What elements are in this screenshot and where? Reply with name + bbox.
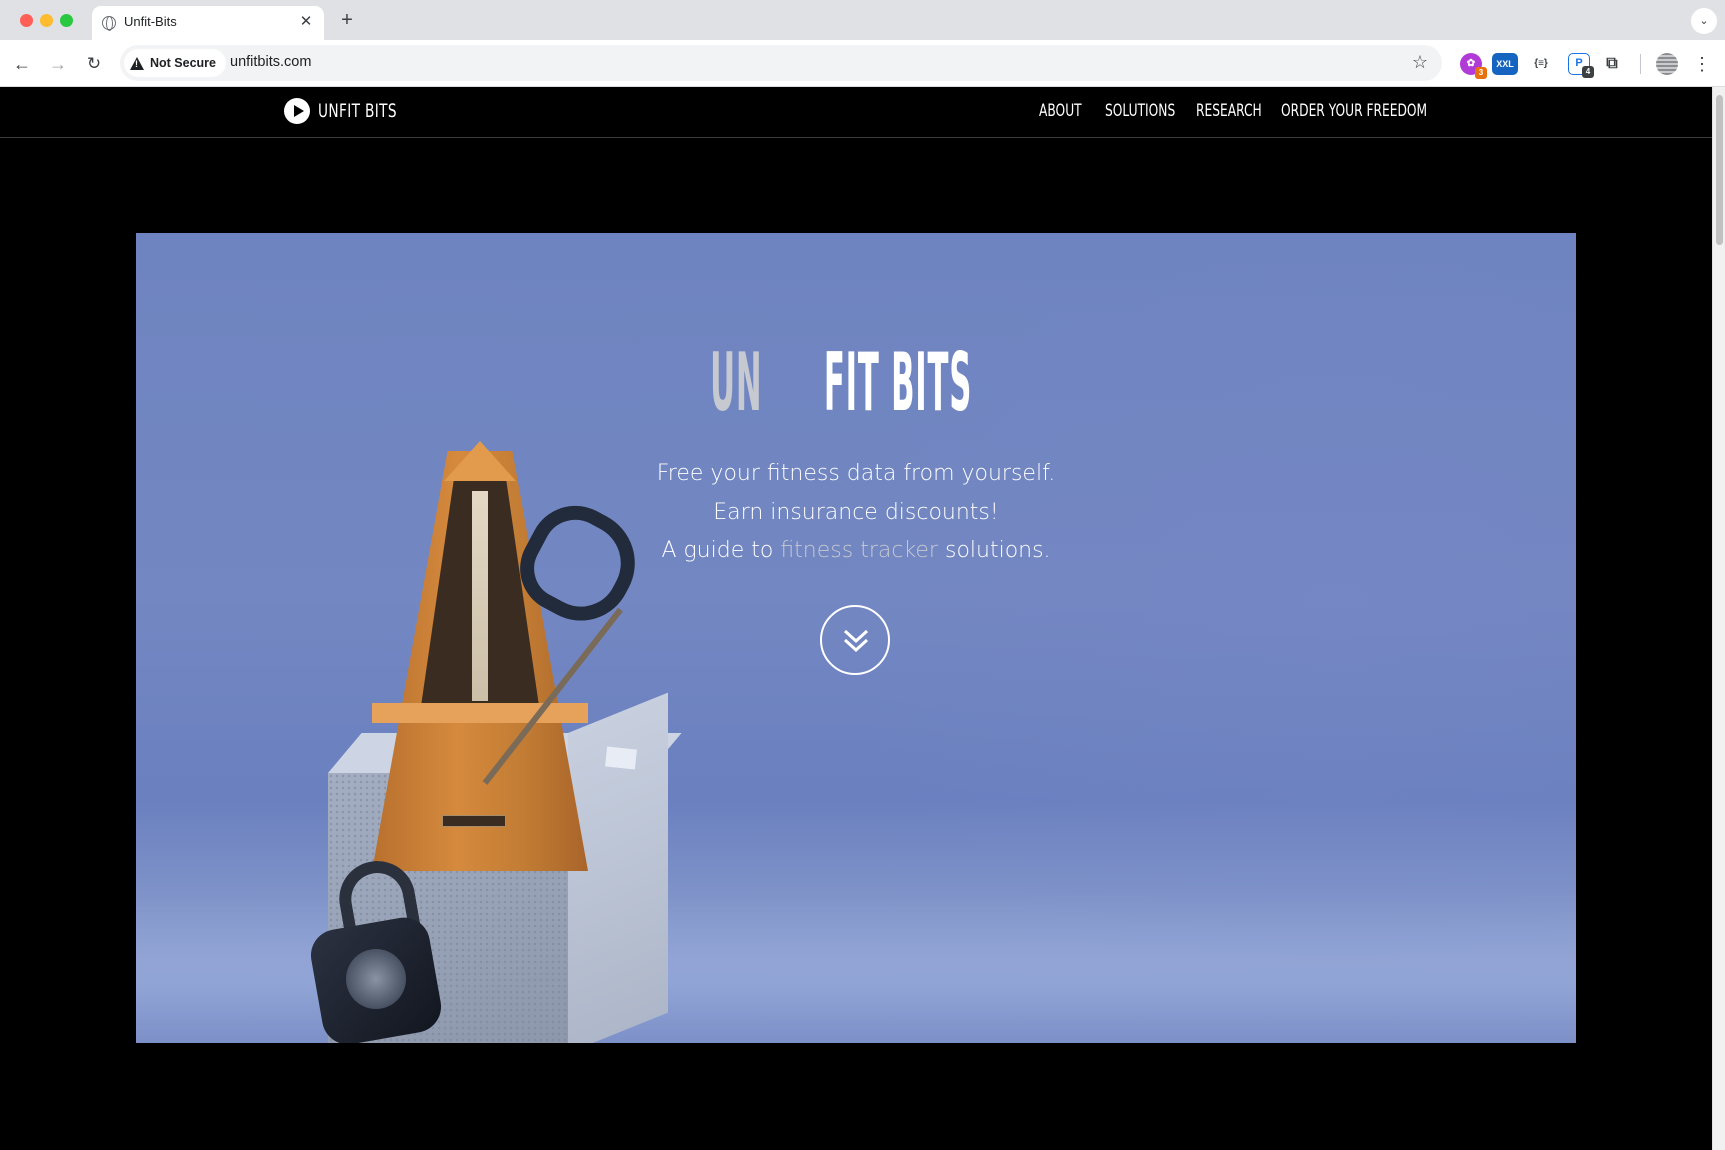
browser-tab-strip: Unfit-Bits ✕ + ⌄ <box>0 0 1725 40</box>
xxl-extension-icon[interactable]: XXL <box>1492 53 1518 75</box>
site-logo[interactable]: UNFIT BITS <box>284 98 428 124</box>
browser-tab[interactable]: Unfit-Bits ✕ <box>92 6 324 40</box>
double-chevron-down-icon <box>843 629 869 653</box>
url-text[interactable]: unfitbits.com <box>230 54 311 70</box>
back-button[interactable]: ← <box>8 50 36 78</box>
browser-toolbar: ← → ↻ Not Secure unfitbits.com ☆ ✿3 XXL … <box>0 40 1725 87</box>
page-viewport: UNFIT BITS ABOUT SOLUTIONS RESEARCH ORDE… <box>0 87 1712 1150</box>
json-extension-icon[interactable]: {≡} <box>1530 53 1552 75</box>
extensions-menu-icon[interactable]: ⧉ <box>1601 53 1623 75</box>
metronome-plate <box>442 815 506 827</box>
logo-text: UNFIT BITS <box>318 100 397 122</box>
scroll-down-button[interactable] <box>820 605 890 675</box>
metronome-lid <box>372 703 588 723</box>
warning-icon <box>130 56 144 70</box>
extension-badge: 3 <box>1475 67 1487 79</box>
maximize-window-button[interactable] <box>60 14 73 27</box>
forward-button[interactable]: → <box>44 50 72 78</box>
minimize-window-button[interactable] <box>40 14 53 27</box>
page-scrollbar[interactable] <box>1712 87 1725 1150</box>
nav-about[interactable]: ABOUT <box>1039 101 1082 121</box>
hero-line-3-suffix: solutions. <box>937 538 1051 563</box>
bookmark-star-icon[interactable]: ☆ <box>1412 52 1428 73</box>
scrollbar-thumb[interactable] <box>1716 95 1723 245</box>
hero-banner: UN FIT BITS Free your fitness data from y… <box>136 233 1576 1043</box>
profile-avatar[interactable] <box>1656 53 1678 75</box>
toolbar-divider <box>1640 54 1641 74</box>
hero-line-3-prefix: A guide to <box>661 538 781 563</box>
nav-order-your-freedom[interactable]: ORDER YOUR FREEDOM <box>1281 101 1427 121</box>
address-bar[interactable]: Not Secure unfitbits.com ☆ <box>120 45 1442 81</box>
hero-line-3: A guide to fitness tracker solutions. <box>136 532 1576 571</box>
hero-line-1: Free your fitness data from yourself. <box>656 461 1056 486</box>
browser-menu-icon[interactable]: ⋮ <box>1692 50 1712 78</box>
fitness-tracker-link[interactable]: fitness tracker <box>780 538 938 563</box>
tab-search-button[interactable]: ⌄ <box>1691 8 1717 34</box>
site-header: UNFIT BITS ABOUT SOLUTIONS RESEARCH ORDE… <box>0 87 1712 138</box>
close-tab-icon[interactable]: ✕ <box>296 12 316 32</box>
hero-title: UN FIT BITS <box>136 343 1576 423</box>
nav-research[interactable]: RESEARCH <box>1196 101 1262 121</box>
nav-solutions[interactable]: SOLUTIONS <box>1105 101 1175 121</box>
tab-title: Unfit-Bits <box>124 14 177 29</box>
close-window-button[interactable] <box>20 14 33 27</box>
padlock-face <box>346 949 406 1009</box>
security-chip[interactable]: Not Secure <box>124 49 226 77</box>
play-icon <box>284 98 310 124</box>
security-label: Not Secure <box>150 56 216 70</box>
hero-line-2: Earn insurance discounts! <box>713 499 999 525</box>
hero-title-un: UN <box>710 336 763 429</box>
extension-badge: 4 <box>1582 66 1594 78</box>
hero-title-rest: FIT BITS <box>823 336 973 429</box>
paper-tag <box>605 746 637 770</box>
pass-extension-icon[interactable]: P4 <box>1568 53 1594 78</box>
new-tab-button[interactable]: + <box>334 8 360 34</box>
reload-button[interactable]: ↻ <box>80 50 108 78</box>
puzzle-extension-icon[interactable]: ✿ 3 <box>1460 53 1487 79</box>
hero-tagline: Free your fitness data from yourself. Ea… <box>136 455 1576 571</box>
globe-icon <box>102 16 116 31</box>
